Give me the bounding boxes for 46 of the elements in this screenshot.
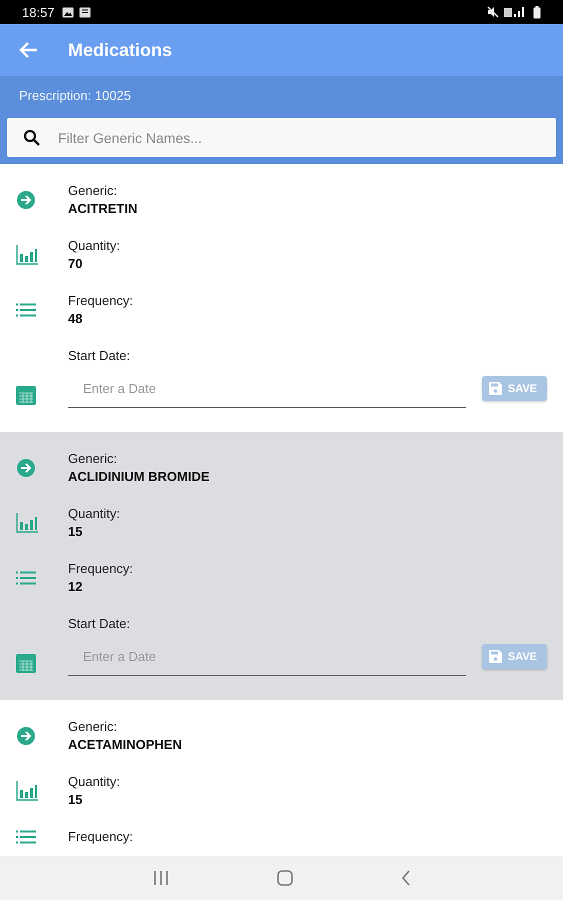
search-icon: [23, 129, 41, 147]
field-label: Quantity:: [68, 505, 122, 523]
mute-icon: [487, 6, 499, 18]
field-value: 12: [68, 578, 84, 596]
bar-chart-icon: [16, 245, 38, 265]
message-icon: [78, 6, 91, 18]
field-value: ACLIDINIUM BROMIDE: [68, 468, 211, 486]
back-arrow-icon[interactable]: [18, 41, 38, 59]
field-label: Generic:: [68, 182, 118, 200]
recent-apps-icon[interactable]: [152, 871, 168, 885]
date-input[interactable]: Enter a Date: [68, 637, 466, 676]
bar-chart-icon: [16, 513, 38, 533]
field-value: 70: [68, 255, 84, 273]
field-label: Generic:: [68, 450, 118, 468]
field-label: Frequency:: [68, 560, 134, 578]
field-value: 48: [68, 310, 84, 328]
date-input[interactable]: Enter a Date: [68, 369, 466, 408]
field-label: Generic:: [68, 718, 118, 736]
field-label: Frequency:: [68, 292, 134, 310]
arrow-circle-icon: [16, 458, 36, 478]
field-label: Start Date:: [68, 615, 132, 633]
battery-icon: [533, 6, 541, 18]
field-label: Start Date:: [68, 347, 132, 365]
back-icon[interactable]: [400, 870, 410, 886]
list-icon: [16, 571, 36, 585]
home-icon[interactable]: [276, 870, 292, 886]
calendar-icon: [16, 653, 36, 673]
bar-chart-icon: [16, 781, 38, 801]
field-value: ACITRETIN: [68, 200, 138, 218]
calendar-icon: [16, 385, 36, 405]
field-value: 15: [68, 791, 84, 809]
prescription-number: Prescription: 10025: [19, 88, 132, 103]
app-title: Medications: [68, 40, 172, 60]
arrow-circle-icon: [16, 190, 36, 210]
field-value: ACETAMINOPHEN: [68, 736, 183, 754]
status-time: 18:57: [22, 4, 55, 20]
medication-card[interactable]: Generic: ACLIDINIUM BROMIDE Quantity: 15 Frequency: 12 Start Date: Enter a Date SAVE: [0, 432, 563, 700]
search-field[interactable]: Filter Generic Names...: [7, 118, 556, 157]
image-icon: [62, 6, 74, 18]
list-icon: [16, 303, 36, 317]
field-value: 15: [68, 523, 84, 541]
list-icon: [16, 830, 36, 844]
arrow-circle-icon: [16, 726, 36, 746]
field-label: Quantity:: [68, 237, 122, 255]
field-label: Quantity:: [68, 773, 122, 791]
field-label: Frequency:: [68, 828, 134, 846]
